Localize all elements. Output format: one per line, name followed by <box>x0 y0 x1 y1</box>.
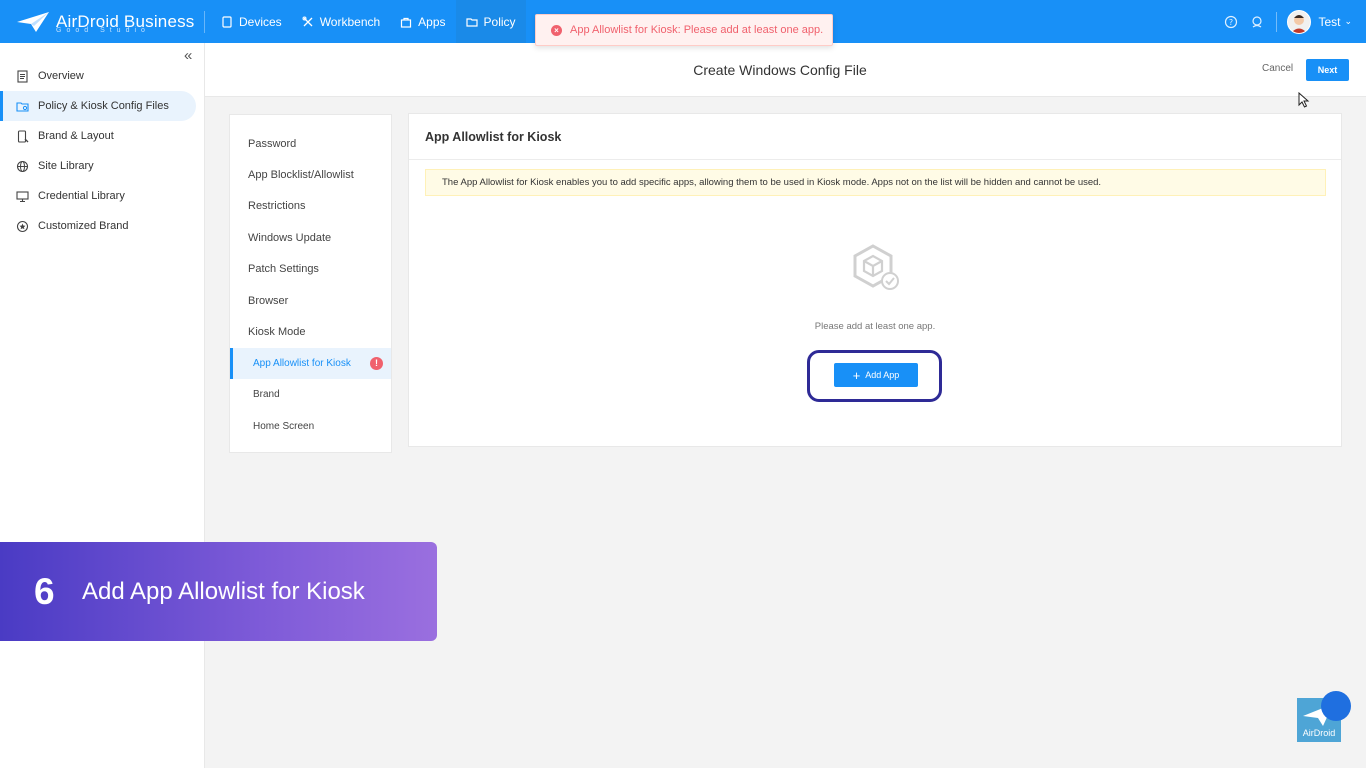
top-right-divider <box>1276 11 1278 32</box>
sidebar-item-label: Brand & Layout <box>38 130 114 142</box>
add-app-button[interactable]: + Add App <box>834 363 918 387</box>
globe-icon <box>16 160 29 172</box>
sidebar-list: Overview Policy & Kiosk Config Files Bra… <box>0 61 205 241</box>
bag-icon <box>401 17 412 28</box>
tools-icon <box>302 16 313 26</box>
nav-devices[interactable]: Devices <box>211 0 292 43</box>
monitor-icon <box>16 190 29 202</box>
nav-apps-label: Apps <box>418 14 446 29</box>
menu-item-app-allowlist-for-kiosk[interactable]: App Allowlist for Kiosk ! <box>230 347 391 380</box>
empty-box-icon <box>853 244 899 290</box>
menu-item-kiosk-mode[interactable]: Kiosk Mode <box>230 316 391 347</box>
menu-item-browser[interactable]: Browser <box>230 285 391 316</box>
svg-text:?: ? <box>1229 18 1233 27</box>
tablet-icon <box>222 15 232 28</box>
next-button[interactable]: Next <box>1306 59 1349 81</box>
folder-settings-icon <box>16 101 29 112</box>
info-notice: The App Allowlist for Kiosk enables you … <box>425 169 1326 196</box>
menu-item-label: Brand <box>253 389 280 401</box>
main-nav: Devices Workbench Apps Policy <box>211 0 526 43</box>
nav-workbench[interactable]: Workbench <box>292 0 390 43</box>
star-circle-icon <box>16 220 29 232</box>
page-title: Create Windows Config File <box>693 62 867 78</box>
step-text: Add App Allowlist for Kiosk <box>82 577 365 605</box>
sidebar-item-policy-kiosk-config-files[interactable]: Policy & Kiosk Config Files <box>0 91 196 121</box>
mouse-cursor-icon <box>1298 92 1310 108</box>
menu-item-password[interactable]: Password <box>230 128 391 159</box>
error-badge-icon: ! <box>370 356 383 370</box>
menu-item-brand[interactable]: Brand <box>230 379 391 410</box>
chevron-down-icon[interactable]: ⌄ <box>1344 16 1352 27</box>
menu-item-label: App Allowlist for Kiosk <box>253 357 351 369</box>
nav-devices-label: Devices <box>239 14 282 29</box>
document-icon <box>17 69 28 83</box>
sidebar-item-label: Customized Brand <box>38 220 129 232</box>
cancel-button[interactable]: Cancel <box>1262 63 1293 74</box>
menu-item-restrictions[interactable]: Restrictions <box>230 191 391 222</box>
menu-item-patch-settings[interactable]: Patch Settings <box>230 254 391 285</box>
sidebar-item-label: Credential Library <box>38 190 125 202</box>
nav-workbench-label: Workbench <box>319 14 381 29</box>
user-avatar-icon <box>1291 14 1308 33</box>
error-toast: × App Allowlist for Kiosk: Please add at… <box>535 14 833 46</box>
avatar[interactable] <box>1287 9 1312 34</box>
notice-text: The App Allowlist for Kiosk enables you … <box>442 177 1102 188</box>
step-number: 6 <box>34 570 55 612</box>
watermark-text: AirDroid <box>1302 728 1336 738</box>
allowlist-card: App Allowlist for Kiosk The App Allowlis… <box>408 113 1342 447</box>
sidebar-item-label: Overview <box>38 70 84 82</box>
plus-icon: + <box>852 367 861 383</box>
menu-item-home-screen[interactable]: Home Screen <box>230 411 391 442</box>
phone-brush-icon <box>17 129 29 143</box>
user-name[interactable]: Test <box>1318 15 1340 29</box>
step-banner: 6 Add App Allowlist for Kiosk <box>0 542 437 641</box>
menu-item-label: Patch Settings <box>248 263 319 276</box>
menu-item-app-blocklist-allowlist[interactable]: App Blocklist/Allowlist <box>230 159 391 190</box>
menu-item-label: Windows Update <box>248 231 332 244</box>
sidebar-item-customized-brand[interactable]: Customized Brand <box>0 211 205 241</box>
card-title: App Allowlist for Kiosk <box>425 130 562 144</box>
chat-bubble-icon[interactable] <box>1321 691 1351 721</box>
menu-item-label: Restrictions <box>248 200 306 213</box>
menu-item-label: Password <box>248 137 297 150</box>
sidebar-item-label: Policy & Kiosk Config Files <box>38 100 169 112</box>
toast-message: App Allowlist for Kiosk: Please add at l… <box>570 24 824 36</box>
support-icon[interactable] <box>1250 15 1264 29</box>
sidebar-item-overview[interactable]: Overview <box>0 61 205 91</box>
card-divider <box>409 159 1341 160</box>
menu-item-label: Browser <box>248 294 289 307</box>
help-icon[interactable]: ? <box>1224 15 1238 29</box>
nav-policy-label: Policy <box>483 14 516 29</box>
top-right-area: ? Test ⌄ <box>1224 0 1366 43</box>
top-divider <box>204 10 205 33</box>
add-app-label: Add App <box>865 370 900 380</box>
sidebar-item-brand-layout[interactable]: Brand & Layout <box>0 121 205 151</box>
menu-item-label: Home Screen <box>253 420 315 432</box>
nav-policy[interactable]: Policy <box>455 0 526 43</box>
page-header: Create Windows Config File Cancel Next <box>205 43 1366 97</box>
paper-plane-icon <box>17 11 49 32</box>
config-menu: Password App Blocklist/Allowlist Restric… <box>229 114 392 453</box>
error-icon: × <box>551 24 562 36</box>
logo-subtitle: Good Studio <box>56 27 150 34</box>
sidebar-item-credential-library[interactable]: Credential Library <box>0 181 205 211</box>
sidebar: « Overview Policy & Kiosk Config Files B… <box>0 43 205 768</box>
menu-item-label: App Blocklist/Allowlist <box>248 169 354 182</box>
sidebar-item-label: Site Library <box>38 160 94 172</box>
empty-state-text: Please add at least one app. <box>814 321 936 332</box>
sidebar-item-site-library[interactable]: Site Library <box>0 151 205 181</box>
logo[interactable]: AirDroid Business Good Studio <box>0 0 204 43</box>
menu-item-windows-update[interactable]: Windows Update <box>230 222 391 253</box>
menu-item-label: Kiosk Mode <box>248 326 306 339</box>
nav-apps[interactable]: Apps <box>390 0 455 43</box>
folder-icon <box>465 17 478 27</box>
